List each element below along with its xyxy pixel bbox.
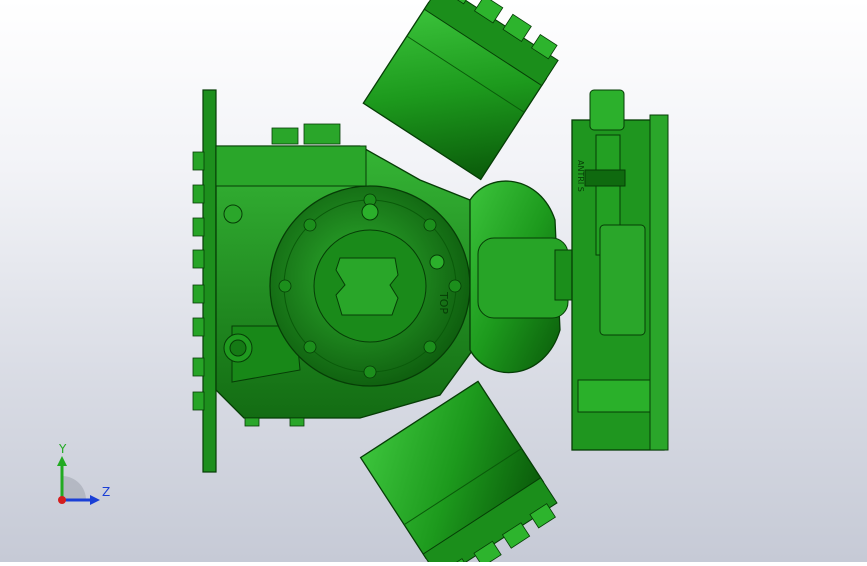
compressor-model[interactable]: TOP ANTRI S xyxy=(0,0,867,566)
z-axis-label: Z xyxy=(102,485,111,499)
left-flange xyxy=(192,89,217,473)
upper-cylinder xyxy=(362,0,559,181)
x-axis-dot xyxy=(58,496,66,504)
bearing-flange: TOP xyxy=(269,185,471,387)
top-label: TOP xyxy=(437,291,450,314)
graphics-viewport[interactable]: TOP ANTRI S Y Z xyxy=(0,0,867,566)
y-axis-label: Y xyxy=(59,442,67,456)
panel-label: ANTRI S xyxy=(576,160,585,192)
control-panel: ANTRI S xyxy=(571,89,669,451)
axis-triad: Y Z xyxy=(48,440,128,520)
